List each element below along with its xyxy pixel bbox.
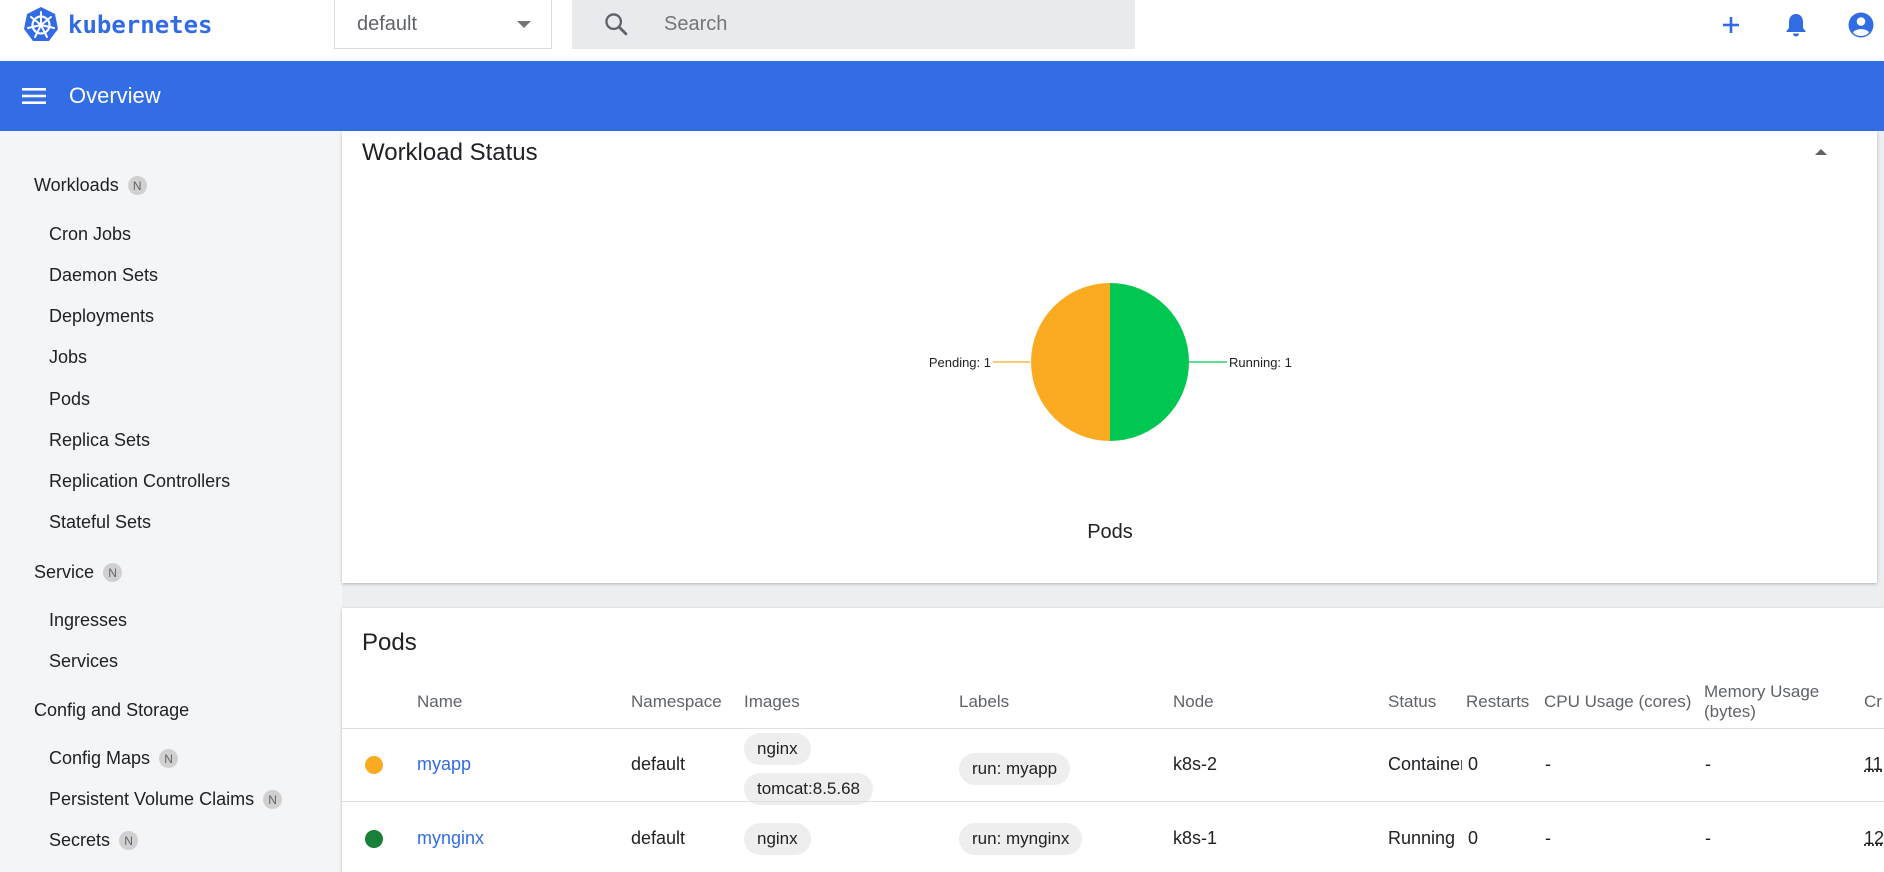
page-title: Overview xyxy=(69,83,161,108)
kubernetes-wheel-icon xyxy=(24,7,58,41)
status-running-icon xyxy=(365,830,383,848)
sidebar-item-stateful-sets[interactable]: Stateful Sets xyxy=(49,512,151,533)
status-pending-icon xyxy=(365,756,383,774)
pods-card: Pods Name Namespace Images Labels Node S… xyxy=(342,608,1884,872)
pod-node: k8s-2 xyxy=(1173,754,1218,774)
namespaced-badge: N xyxy=(127,176,147,195)
kubernetes-logo[interactable]: kubernetes xyxy=(22,5,213,45)
sidebar-section-label: Config and Storage xyxy=(34,700,190,720)
sidebar-item-jobs[interactable]: Jobs xyxy=(49,347,87,368)
sidebar-item-label: Persistent Volume Claims xyxy=(49,789,255,809)
pod-cpu-usage: - xyxy=(1545,828,1551,848)
menu-icon[interactable] xyxy=(22,85,46,107)
label-chip: run: myapp xyxy=(959,753,1071,785)
pie-label-running: Running: 1 xyxy=(1229,355,1292,370)
account-circle-icon xyxy=(1848,12,1874,38)
plus-icon xyxy=(1723,17,1739,33)
pods-pie-chart: Pending: 1 Running: 1 Pods xyxy=(929,283,1292,543)
pod-name-link[interactable]: myapp xyxy=(417,754,471,775)
sidebar-item-label: Config Maps xyxy=(49,748,151,768)
image-chip: nginx xyxy=(744,823,811,855)
sidebar-section-config-and-storage[interactable]: Config and Storage xyxy=(34,700,189,721)
pod-status: Container xyxy=(1388,754,1462,774)
column-header-name[interactable]: Name xyxy=(417,692,462,712)
sidebar-item-secrets[interactable]: Secrets N xyxy=(49,830,139,851)
column-header-restarts[interactable]: Restarts xyxy=(1466,692,1529,712)
sidebar-item-config-maps[interactable]: Config Maps N xyxy=(49,748,179,769)
column-header-cpu[interactable]: CPU Usage (cores) xyxy=(1544,692,1691,712)
column-header-node[interactable]: Node xyxy=(1173,692,1214,712)
column-header-status[interactable]: Status xyxy=(1388,692,1436,712)
logo-text: kubernetes xyxy=(68,11,213,39)
table-row: myapp default nginx tomcat:8.5.68 run: m… xyxy=(342,729,1884,805)
sidebar-item-label: Secrets xyxy=(49,830,111,850)
pod-status: Running xyxy=(1388,828,1456,848)
pod-node: k8s-1 xyxy=(1173,828,1218,848)
chevron-down-icon xyxy=(517,21,531,28)
sidebar-section-workloads[interactable]: Workloads N xyxy=(34,175,147,196)
sidebar-item-services[interactable]: Services xyxy=(49,651,118,672)
pie-label-pending: Pending: 1 xyxy=(929,355,991,370)
sidebar-item-ingresses[interactable]: Ingresses xyxy=(49,610,127,631)
sidebar-item-cron-jobs[interactable]: Cron Jobs xyxy=(49,224,131,245)
pod-namespace: default xyxy=(631,828,686,848)
sidebar-item-replication-controllers[interactable]: Replication Controllers xyxy=(49,471,230,492)
search-input[interactable] xyxy=(664,0,1104,49)
page-header: Overview xyxy=(0,61,1884,131)
table-header: Name Namespace Images Labels Node Status… xyxy=(342,682,1884,722)
sidebar-item-pods[interactable]: Pods xyxy=(49,389,90,410)
sidebar-section-service[interactable]: Service N xyxy=(34,562,123,583)
column-header-memory[interactable]: Memory Usage (bytes) xyxy=(1704,682,1834,722)
pod-name-link[interactable]: mynginx xyxy=(417,828,484,849)
namespaced-badge: N xyxy=(103,563,123,582)
pie-slice-running[interactable] xyxy=(1110,283,1189,441)
pie-caption: Pods xyxy=(1087,521,1133,543)
notifications-button[interactable] xyxy=(1781,10,1811,40)
pod-namespace: default xyxy=(631,754,686,774)
pod-restarts: 0 xyxy=(1468,754,1479,774)
bell-icon xyxy=(1786,14,1806,37)
sidebar-item-persistent-volume-claims[interactable]: Persistent Volume Claims N xyxy=(49,789,283,810)
namespace-select[interactable]: default xyxy=(334,0,552,49)
table-row: mynginx default nginx run: mynginx k8s-1… xyxy=(342,802,1884,872)
pie-slice-pending[interactable] xyxy=(1031,283,1110,441)
pod-memory-usage: - xyxy=(1705,754,1711,774)
pod-created: 12 xyxy=(1864,828,1884,848)
pod-cpu-usage: - xyxy=(1545,754,1551,774)
search-bar xyxy=(572,0,1135,49)
column-header-namespace[interactable]: Namespace xyxy=(631,692,722,712)
pod-restarts: 0 xyxy=(1468,828,1479,848)
workload-status-card: Workload Status Pending: 1 Running: 1 Po… xyxy=(342,131,1877,583)
column-header-labels: Labels xyxy=(959,692,1010,711)
pod-memory-usage: - xyxy=(1705,828,1711,848)
sidebar-section-label: Service xyxy=(34,562,95,582)
image-chip: nginx xyxy=(744,733,811,765)
account-button[interactable] xyxy=(1846,10,1876,40)
sidebar-item-replica-sets[interactable]: Replica Sets xyxy=(49,430,150,451)
column-header-images: Images xyxy=(744,692,800,711)
namespaced-badge: N xyxy=(119,831,139,850)
namespaced-badge: N xyxy=(263,790,283,809)
sidebar: Workloads N Cron Jobs Daemon Sets Deploy… xyxy=(0,131,342,872)
sidebar-item-daemon-sets[interactable]: Daemon Sets xyxy=(49,265,158,286)
pod-created: 11 xyxy=(1864,754,1883,774)
pods-title: Pods xyxy=(362,629,417,656)
sidebar-item-deployments[interactable]: Deployments xyxy=(49,306,154,327)
search-icon[interactable] xyxy=(602,10,630,38)
top-toolbar: kubernetes default xyxy=(0,0,1884,61)
namespace-select-value: default xyxy=(357,12,418,35)
namespaced-badge: N xyxy=(159,749,179,768)
create-button[interactable] xyxy=(1716,10,1746,40)
column-header-created[interactable]: Cr xyxy=(1864,692,1882,712)
sidebar-section-label: Workloads xyxy=(34,175,119,195)
label-chip: run: mynginx xyxy=(959,823,1083,855)
